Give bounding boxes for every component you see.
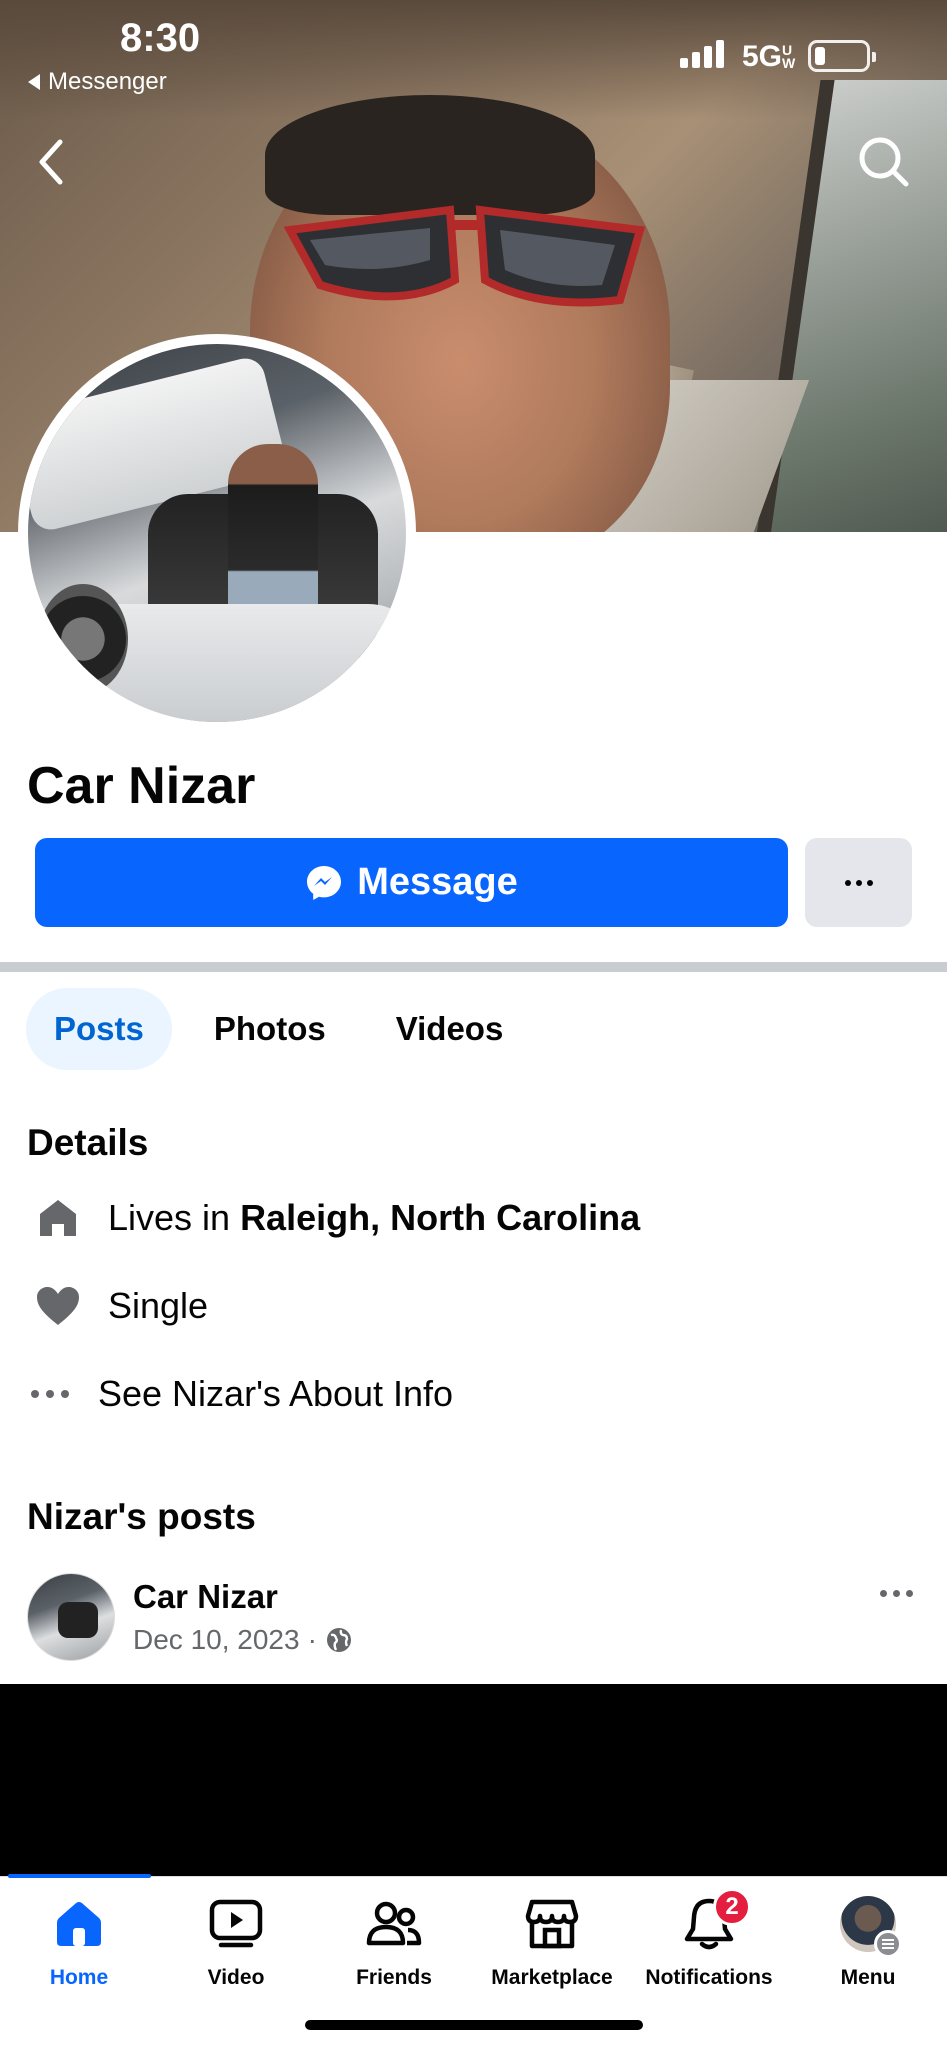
- back-triangle-icon: [28, 74, 40, 90]
- nav-marketplace-label: Marketplace: [491, 1966, 613, 1989]
- lives-in-prefix: Lives in: [108, 1197, 231, 1238]
- nav-notifications[interactable]: 2 Notifications: [630, 1888, 788, 1990]
- nav-menu-label: Menu: [840, 1966, 896, 1989]
- profile-name: Car Nizar: [27, 757, 256, 815]
- nav-menu[interactable]: Menu: [789, 1896, 947, 1990]
- chevron-left-icon: [39, 139, 63, 185]
- battery-fill: [815, 47, 825, 65]
- hamburger-icon: [874, 1930, 902, 1958]
- search-icon: [859, 137, 909, 187]
- status-time: 8:30: [120, 16, 201, 60]
- lives-in-location: Raleigh, North Carolina: [240, 1197, 641, 1238]
- nav-marketplace[interactable]: Marketplace: [473, 1896, 631, 1990]
- more-dot: [844, 879, 851, 886]
- home-indicator: [305, 2020, 643, 2030]
- profile-tabs: Posts Photos Videos: [26, 988, 531, 1070]
- globe-icon: [326, 1628, 351, 1652]
- video-icon: [208, 1896, 264, 1952]
- more-options-button[interactable]: [805, 838, 912, 927]
- notification-badge: 2: [713, 1888, 751, 1926]
- detail-relationship: Single: [30, 1278, 208, 1334]
- marketplace-icon: [524, 1896, 580, 1952]
- profile-picture[interactable]: [28, 344, 406, 722]
- post-author-name[interactable]: Car Nizar: [133, 1578, 278, 1616]
- home-icon: [51, 1896, 107, 1952]
- cover-sunglasses: [283, 205, 646, 307]
- nav-home-label: Home: [49, 1966, 109, 1989]
- details-heading: Details: [27, 1122, 149, 1163]
- status-bar: 8:30 Messenger 5GUW: [0, 0, 947, 100]
- message-button-label: Message: [357, 861, 518, 903]
- network-indicator: 5GUW: [742, 40, 796, 74]
- avatar: [840, 1896, 902, 1958]
- back-to-messenger[interactable]: Messenger: [28, 68, 167, 96]
- nav-friends[interactable]: Friends: [315, 1896, 473, 1990]
- post-meta-separator: ·: [307, 1624, 317, 1655]
- search-button[interactable]: [856, 134, 912, 190]
- back-button[interactable]: [30, 134, 74, 190]
- post-date[interactable]: Dec 10, 2023: [133, 1624, 300, 1656]
- network-suffix: UW: [782, 42, 796, 71]
- bell-icon: 2: [681, 1888, 751, 1952]
- post-author-avatar[interactable]: [27, 1573, 115, 1661]
- nav-notifications-label: Notifications: [645, 1966, 773, 1989]
- menu-avatar: [840, 1896, 902, 1958]
- friends-icon: [366, 1896, 422, 1952]
- nav-friends-label: Friends: [356, 1966, 432, 1989]
- post-meta: Dec 10, 2023 ·: [133, 1624, 353, 1656]
- tab-photos[interactable]: Photos: [186, 988, 354, 1070]
- active-tab-indicator: [8, 1874, 151, 1878]
- tab-videos[interactable]: Videos: [368, 988, 532, 1070]
- post-media[interactable]: [0, 1684, 947, 1876]
- nav-video-label: Video: [207, 1966, 265, 1989]
- ellipsis-icon: [30, 1366, 70, 1422]
- section-divider: [0, 962, 947, 972]
- tab-posts[interactable]: Posts: [26, 988, 172, 1070]
- posts-heading: Nizar's posts: [27, 1496, 256, 1537]
- battery-icon: [808, 40, 876, 72]
- nav-video[interactable]: Video: [157, 1896, 315, 1990]
- relationship-status: Single: [108, 1285, 209, 1326]
- post-options-button[interactable]: [880, 1590, 913, 1597]
- message-button[interactable]: Message: [35, 838, 788, 927]
- messenger-icon: [307, 865, 342, 900]
- about-info-link[interactable]: See Nizar's About Info: [30, 1366, 453, 1422]
- about-info-label: See Nizar's About Info: [98, 1373, 454, 1414]
- heart-icon: [30, 1278, 86, 1334]
- back-app-label: Messenger: [48, 68, 167, 95]
- nav-home[interactable]: Home: [0, 1896, 158, 1990]
- home-icon: [30, 1190, 86, 1246]
- network-type: 5G: [742, 40, 783, 73]
- signal-icon: [680, 40, 724, 68]
- detail-lives-in: Lives in Raleigh, North Carolina: [30, 1190, 640, 1246]
- cover-window: [757, 80, 947, 532]
